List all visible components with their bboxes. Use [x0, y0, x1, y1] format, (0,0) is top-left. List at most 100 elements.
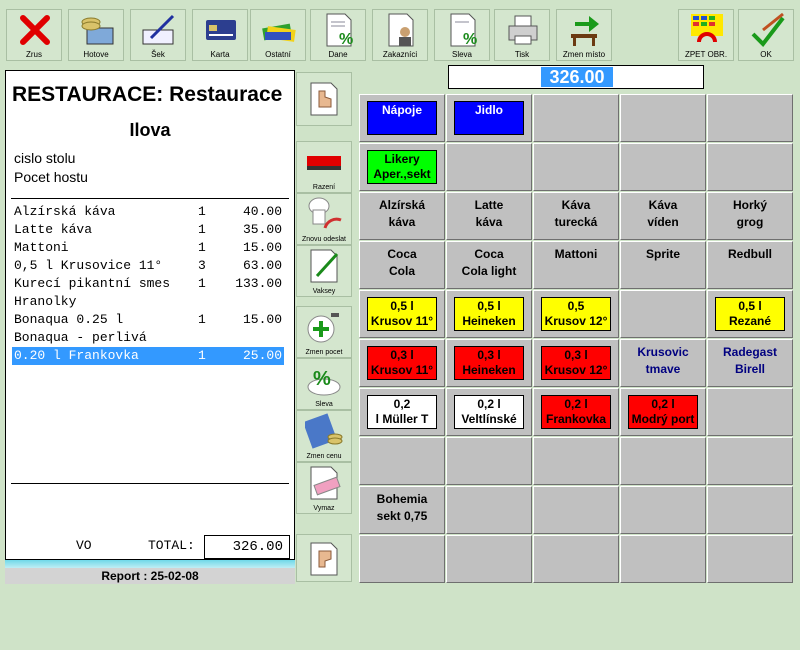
vaksey-button[interactable]: Vaksey	[296, 245, 352, 297]
hotove-label: Hotove	[83, 50, 109, 59]
category-likery[interactable]: Likery Aper.,sekt	[359, 143, 445, 191]
scroll-up-button[interactable]	[296, 72, 352, 126]
grid-cell-empty[interactable]	[620, 437, 706, 485]
zpet-obr-button[interactable]: ZPET OBR.	[678, 9, 734, 61]
product-heineken-05[interactable]: 0,5 l Heineken	[446, 290, 532, 338]
product-krusov-11-03[interactable]: 0,3 l Krusov 11°	[359, 339, 445, 387]
product-redbull[interactable]: Redbull	[707, 241, 793, 289]
product-krusov-12-05[interactable]: 0,5 Krusov 12°	[533, 290, 619, 338]
ostatni-button[interactable]: Ostatní	[250, 9, 306, 61]
grid-cell-empty[interactable]	[707, 535, 793, 583]
ok-button[interactable]: OK	[738, 9, 794, 61]
zmen-pocet-label: Zmen pocet	[305, 349, 343, 356]
product-alzirska-kava[interactable]: Alzírská káva	[359, 192, 445, 240]
side-sleva-button[interactable]: % Sleva	[296, 358, 352, 410]
grid-cell-empty[interactable]	[446, 143, 532, 191]
razeni-button[interactable]: Razení	[296, 141, 352, 193]
tisk-button[interactable]: Tisk	[494, 9, 550, 61]
divider	[11, 483, 289, 484]
total-label: TOTAL:	[148, 538, 195, 553]
product-rezane-05[interactable]: 0,5 l Rezané	[707, 290, 793, 338]
receipt-item[interactable]: Kurecí pikantní smes 1 133.00	[12, 275, 284, 293]
zrus-button[interactable]: Zrus	[6, 9, 62, 61]
product-krusov-11-05[interactable]: 0,5 l Krusov 11°	[359, 290, 445, 338]
grid-cell-empty[interactable]	[359, 535, 445, 583]
zmen-misto-button[interactable]: Zmen místo	[556, 9, 612, 61]
receipt-item[interactable]: Hranolky	[12, 293, 284, 311]
grid-cell-empty[interactable]	[359, 437, 445, 485]
product-krusov-12-03[interactable]: 0,3 l Krusov 12°	[533, 339, 619, 387]
grid-cell-empty[interactable]	[707, 437, 793, 485]
product-coca-cola[interactable]: Coca Cola	[359, 241, 445, 289]
amount-value: 326.00	[541, 67, 613, 87]
grid-cell-empty[interactable]	[707, 94, 793, 142]
zmen-misto-label: Zmen místo	[562, 50, 606, 59]
product-coca-cola-light[interactable]: Coca Cola light	[446, 241, 532, 289]
grid-cell-empty[interactable]	[533, 143, 619, 191]
karta-label: Karta	[210, 50, 230, 59]
product-horky-grog[interactable]: Horký grog	[707, 192, 793, 240]
grid-cell-empty[interactable]	[446, 486, 532, 534]
grid-cell-empty[interactable]	[533, 94, 619, 142]
zmen-cenu-button[interactable]: Zmen cenu	[296, 410, 352, 462]
product-heineken-03[interactable]: 0,3 l Heineken	[446, 339, 532, 387]
hotove-button[interactable]: Hotove	[68, 9, 124, 61]
plus-minus-icon	[307, 313, 339, 343]
ostatni-label: Ostatní	[265, 50, 291, 59]
product-krusovic-tmave[interactable]: Krusovic tmave	[620, 339, 706, 387]
receipt-item[interactable]: Latte káva 1 35.00	[12, 221, 284, 239]
grid-cell-empty[interactable]	[707, 486, 793, 534]
product-veltlinske[interactable]: 0,2 l Veltlínské	[446, 388, 532, 436]
scroll-down-button[interactable]	[296, 534, 352, 582]
receipt-item[interactable]: 0,5 l Krusovice 11° 3 63.00	[12, 257, 284, 275]
zpet-obr-label: ZPET OBR.	[684, 50, 728, 59]
grid-cell-empty[interactable]	[533, 486, 619, 534]
waiter-name: Ilova	[129, 120, 171, 140]
category-napoje[interactable]: Nápoje	[359, 94, 445, 142]
grid-cell-empty[interactable]	[620, 535, 706, 583]
category-jidlo[interactable]: Jidlo	[446, 94, 532, 142]
product-muller-t[interactable]: 0,2 l Müller T	[359, 388, 445, 436]
product-modry-port[interactable]: 0,2 l Modrý port	[620, 388, 706, 436]
grid-cell-empty[interactable]	[620, 94, 706, 142]
receipt-item[interactable]: Bonaqua 0.25 l 1 15.00	[12, 311, 284, 329]
grid-cell-empty[interactable]	[446, 535, 532, 583]
grid-cell-empty[interactable]	[620, 143, 706, 191]
zakaznici-button[interactable]: Zakazníci	[372, 9, 428, 61]
vymaz-label: Vymaz	[313, 505, 335, 512]
grid-cell-empty[interactable]	[707, 388, 793, 436]
znovu-odeslat-button[interactable]: Znovu odeslat	[296, 193, 352, 245]
sleva-label: Sleva	[451, 50, 472, 59]
product-latte-kava[interactable]: Latte káva	[446, 192, 532, 240]
product-mattoni[interactable]: Mattoni	[533, 241, 619, 289]
karta-button[interactable]: Karta	[192, 9, 248, 61]
zmen-pocet-button[interactable]: Zmen pocet	[296, 306, 352, 358]
grid-cell-empty[interactable]	[533, 437, 619, 485]
product-radegast-birell[interactable]: Radegast Birell	[707, 339, 793, 387]
grid-cell-empty[interactable]	[620, 486, 706, 534]
grid-cell-empty[interactable]	[446, 437, 532, 485]
product-kava-viden[interactable]: Káva víden	[620, 192, 706, 240]
dane-button[interactable]: % Dane	[310, 9, 366, 61]
divider	[11, 198, 289, 199]
product-bohemia-sekt[interactable]: Bohemia sekt 0,75	[359, 486, 445, 534]
grid-cell-empty[interactable]	[620, 290, 706, 338]
receipt-item[interactable]: Mattoni 1 15.00	[12, 239, 284, 257]
receipt-item[interactable]: Bonaqua - perlivá	[12, 329, 284, 347]
vymaz-button[interactable]: Vymaz	[296, 462, 352, 514]
sleva-button[interactable]: % Sleva	[434, 9, 490, 61]
receipt-item[interactable]: Alzírská káva 1 40.00	[12, 203, 284, 221]
grid-cell-empty[interactable]	[707, 143, 793, 191]
product-frankovka[interactable]: 0,2 l Frankovka	[533, 388, 619, 436]
product-kava-turecka[interactable]: Káva turecká	[533, 192, 619, 240]
eraser-icon	[310, 466, 341, 500]
back-screen-icon	[691, 14, 723, 43]
product-sprite[interactable]: Sprite	[620, 241, 706, 289]
guest-count-label: Pocet hostu	[14, 169, 88, 185]
sek-button[interactable]: Šek	[130, 9, 186, 61]
side-sleva-label: Sleva	[315, 401, 333, 408]
receipt-item-selected[interactable]: 0.20 l Frankovka 1 25.00	[12, 347, 284, 365]
cancel-x-icon	[20, 15, 50, 45]
product-grid: Nápoje Jidlo Likery Aper.,sekt Alzírská …	[359, 94, 795, 584]
grid-cell-empty[interactable]	[533, 535, 619, 583]
